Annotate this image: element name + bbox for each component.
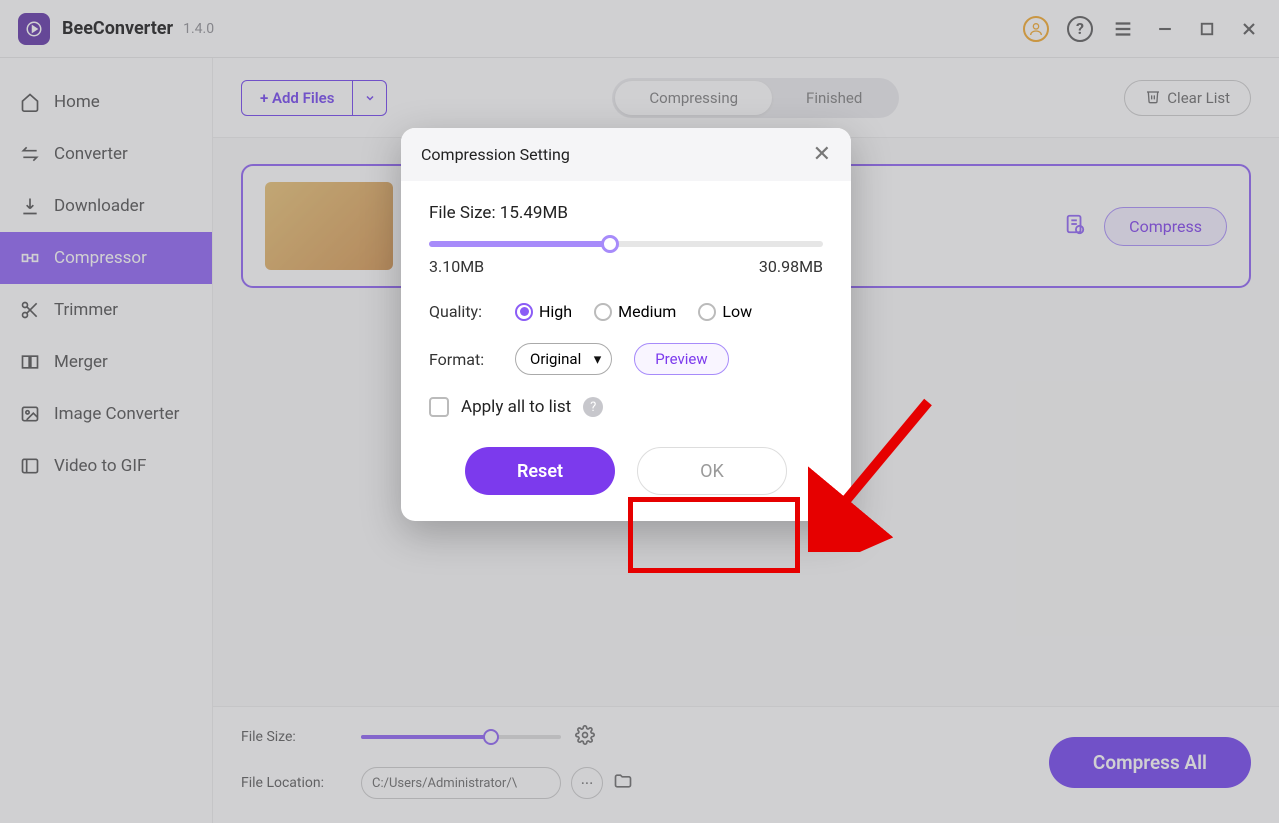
format-select[interactable]: Original [515,343,612,375]
apply-all-help-icon[interactable]: ? [583,397,603,417]
quality-medium-radio[interactable]: Medium [594,302,676,321]
max-size-label: 30.98MB [759,257,823,276]
quality-low-radio[interactable]: Low [698,302,752,321]
reset-button[interactable]: Reset [465,447,615,495]
apply-all-checkbox[interactable] [429,397,449,417]
modal-close-icon[interactable]: ✕ [813,142,831,167]
format-label: Format: [429,350,493,369]
quality-high-radio[interactable]: High [515,302,572,321]
compression-setting-modal: Compression Setting ✕ File Size: 15.49MB… [401,128,851,521]
ok-button[interactable]: OK [637,447,787,495]
modal-title: Compression Setting [421,145,570,164]
min-size-label: 3.10MB [429,257,484,276]
preview-button[interactable]: Preview [634,343,728,375]
file-size-display: File Size: 15.49MB [429,203,823,223]
quality-label: Quality: [429,302,493,321]
compression-size-slider[interactable] [429,241,823,247]
apply-all-label: Apply all to list [461,397,571,417]
